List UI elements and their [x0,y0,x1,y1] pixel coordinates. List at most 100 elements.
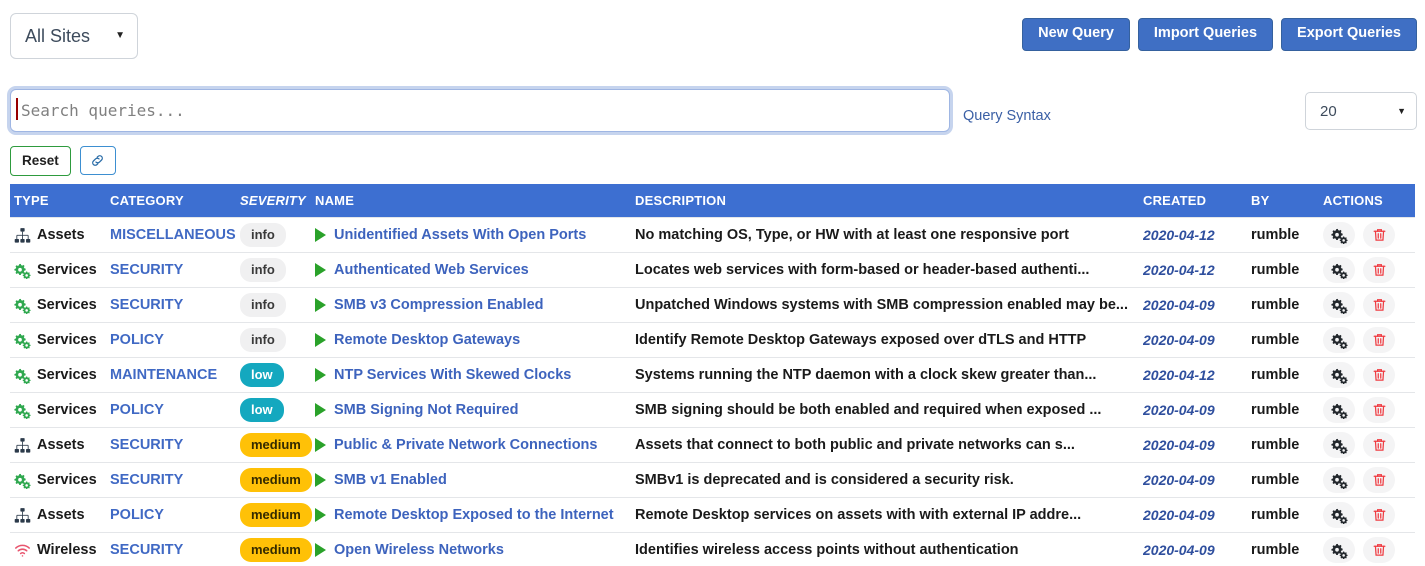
query-name-link[interactable]: SMB Signing Not Required [334,402,518,418]
run-query-icon[interactable] [315,508,326,522]
query-name-link[interactable]: Remote Desktop Gateways [334,332,520,348]
category-link[interactable]: SECURITY [110,262,183,278]
column-header-category[interactable]: CATEGORY [110,184,240,218]
query-name-link[interactable]: Authenticated Web Services [334,262,529,278]
query-name-link[interactable]: Public & Private Network Connections [334,437,597,453]
cell-severity: medium [240,498,315,533]
type-label: Assets [37,507,85,523]
edit-query-button[interactable] [1323,432,1355,458]
created-date-link[interactable]: 2020-04-09 [1143,437,1215,453]
export-queries-button[interactable]: Export Queries [1281,18,1417,51]
query-name-link[interactable]: NTP Services With Skewed Clocks [334,367,571,383]
delete-query-button[interactable] [1363,502,1395,528]
cell-severity: info [240,253,315,288]
gears-icon [14,472,31,489]
query-name-link[interactable]: SMB v3 Compression Enabled [334,297,544,313]
cell-by: rumble [1251,253,1323,288]
run-query-icon[interactable] [315,438,326,452]
sitemap-icon [14,227,31,244]
delete-query-button[interactable] [1363,327,1395,353]
new-query-button[interactable]: New Query [1022,18,1130,51]
cell-name: SMB v3 Compression Enabled [315,288,635,323]
category-link[interactable]: POLICY [110,332,164,348]
query-name-link[interactable]: Remote Desktop Exposed to the Internet [334,507,614,523]
reset-button[interactable]: Reset [10,146,71,176]
run-query-icon[interactable] [315,368,326,382]
category-link[interactable]: SECURITY [110,297,183,313]
table-row[interactable]: ServicesSECURITYinfoSMB v3 Compression E… [10,288,1415,323]
created-date-link[interactable]: 2020-04-09 [1143,332,1215,348]
table-row[interactable]: ServicesSECURITYmediumSMB v1 EnabledSMBv… [10,463,1415,498]
created-date-link[interactable]: 2020-04-09 [1143,472,1215,488]
delete-query-button[interactable] [1363,397,1395,423]
created-date-link[interactable]: 2020-04-09 [1143,402,1215,418]
delete-query-button[interactable] [1363,362,1395,388]
created-date-link[interactable]: 2020-04-09 [1143,297,1215,313]
edit-query-button[interactable] [1323,257,1355,283]
table-row[interactable]: WirelessSECURITYmediumOpen Wireless Netw… [10,533,1415,566]
edit-query-button[interactable] [1323,397,1355,423]
delete-query-button[interactable] [1363,292,1395,318]
run-query-icon[interactable] [315,298,326,312]
edit-query-button[interactable] [1323,327,1355,353]
edit-query-button[interactable] [1323,502,1355,528]
category-link[interactable]: POLICY [110,507,164,523]
search-input[interactable] [19,90,941,131]
category-link[interactable]: POLICY [110,402,164,418]
query-name-link[interactable]: Unidentified Assets With Open Ports [334,227,586,243]
category-link[interactable]: SECURITY [110,437,183,453]
delete-query-button[interactable] [1363,432,1395,458]
run-query-icon[interactable] [315,333,326,347]
column-header-name[interactable]: NAME [315,184,635,218]
created-date-link[interactable]: 2020-04-12 [1143,227,1215,243]
column-header-created[interactable]: CREATED [1143,184,1251,218]
search-box[interactable] [10,89,950,132]
import-queries-button[interactable]: Import Queries [1138,18,1273,51]
edit-query-button[interactable] [1323,362,1355,388]
delete-query-button[interactable] [1363,467,1395,493]
permalink-button[interactable] [80,146,116,175]
edit-query-button[interactable] [1323,292,1355,318]
query-name-link[interactable]: Open Wireless Networks [334,542,504,558]
delete-query-button[interactable] [1363,257,1395,283]
table-row[interactable]: ServicesMAINTENANCElowNTP Services With … [10,358,1415,393]
table-row[interactable]: ServicesPOLICYlowSMB Signing Not Require… [10,393,1415,428]
column-header-type[interactable]: TYPE [10,184,110,218]
cell-name: Open Wireless Networks [315,533,635,566]
site-filter-dropdown[interactable]: All Sites ▼ [10,13,138,59]
text-cursor [16,98,18,120]
edit-query-button[interactable] [1323,467,1355,493]
created-date-link[interactable]: 2020-04-12 [1143,367,1215,383]
edit-query-button[interactable] [1323,537,1355,563]
table-row[interactable]: AssetsMISCELLANEOUSinfoUnidentified Asse… [10,218,1415,253]
column-header-by[interactable]: BY [1251,184,1323,218]
table-row[interactable]: ServicesPOLICYinfoRemote Desktop Gateway… [10,323,1415,358]
query-syntax-link[interactable]: Query Syntax [963,108,1051,124]
delete-query-button[interactable] [1363,537,1395,563]
created-date-link[interactable]: 2020-04-12 [1143,262,1215,278]
category-link[interactable]: MISCELLANEOUS [110,227,236,243]
column-header-description[interactable]: DESCRIPTION [635,184,1143,218]
created-date-link[interactable]: 2020-04-09 [1143,542,1215,558]
column-header-severity[interactable]: SEVERITY [240,184,315,218]
run-query-icon[interactable] [315,543,326,557]
category-link[interactable]: SECURITY [110,472,183,488]
table-row[interactable]: Assets POLICY medium Remote Desktop Exposed… [10,498,1415,533]
category-link[interactable]: MAINTENANCE [110,367,217,383]
run-query-icon[interactable] [315,228,326,242]
edit-query-button[interactable] [1323,222,1355,248]
query-name-link[interactable]: SMB v1 Enabled [334,472,447,488]
run-query-icon[interactable] [315,403,326,417]
table-row[interactable]: AssetsSECURITYmediumPublic & Private Net… [10,428,1415,463]
chevron-down-icon: ▼ [1397,106,1406,116]
page-size-dropdown[interactable]: 20 ▼ [1305,92,1417,130]
run-query-icon[interactable] [315,473,326,487]
cell-actions [1323,428,1415,463]
category-link[interactable]: SECURITY [110,542,183,558]
delete-query-button[interactable] [1363,222,1395,248]
cell-category: POLICY [110,498,240,533]
created-date-link[interactable]: 2020-04-09 [1143,507,1215,523]
gears-icon [14,262,31,279]
table-row[interactable]: ServicesSECURITYinfoAuthenticated Web Se… [10,253,1415,288]
run-query-icon[interactable] [315,263,326,277]
